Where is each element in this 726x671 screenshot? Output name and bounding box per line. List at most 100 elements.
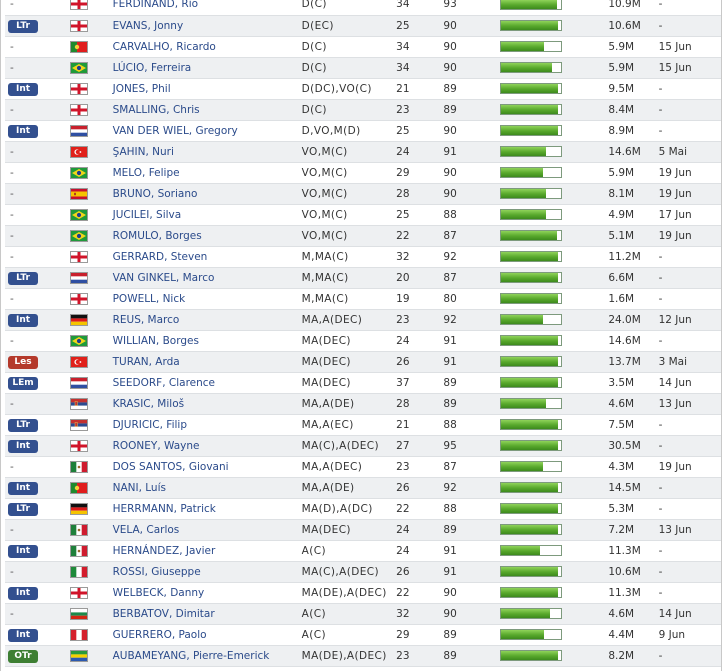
- player-row[interactable]: Int ROONEY, Wayne MA(C),A(DEC) 27 95 30.…: [5, 435, 721, 457]
- player-row[interactable]: Int WELBECK, Danny MA(DE),A(DEC) 22 90 1…: [5, 582, 721, 604]
- player-row[interactable]: - WILLIAN, Borges MA(DEC) 24 91 14.6M -: [5, 330, 721, 352]
- player-name-link[interactable]: GUERRERO, Paolo: [113, 629, 207, 641]
- player-row[interactable]: Int GUERRERO, Paolo A(C) 29 89 4.4M 9 Ju…: [5, 624, 721, 646]
- player-name-cell[interactable]: MELO, Felipe: [112, 162, 302, 184]
- player-name-link[interactable]: POWELL, Nick: [113, 293, 186, 305]
- mexico-flag-icon: [70, 523, 89, 536]
- player-name-cell[interactable]: WILLIAN, Borges: [112, 330, 302, 352]
- player-name-link[interactable]: FERDINAND, Rio: [113, 0, 198, 10]
- player-name-link[interactable]: SMALLING, Chris: [113, 104, 200, 116]
- player-name-link[interactable]: BRUNO, Soriano: [113, 188, 198, 200]
- player-name-cell[interactable]: VAN GINKEL, Marco: [112, 267, 302, 289]
- player-name-link[interactable]: KRASIC, Miloš: [113, 398, 185, 410]
- player-name-link[interactable]: VAN DER WIEL, Gregory: [113, 125, 238, 137]
- player-name-link[interactable]: VELA, Carlos: [113, 524, 180, 536]
- player-row[interactable]: - POWELL, Nick M,MA(C) 19 80 1.6M -: [5, 288, 721, 310]
- player-name-link[interactable]: TURAN, Arda: [113, 356, 180, 368]
- player-row[interactable]: LTr EVANS, Jonny D(EC) 25 90 10.6M -: [5, 15, 721, 37]
- player-row[interactable]: - ROMULO, Borges VO,M(C) 22 87 5.1M 19 J…: [5, 225, 721, 247]
- player-row[interactable]: Int REUS, Marco MA,A(DEC) 23 92 24.0M 12…: [5, 309, 721, 331]
- player-row[interactable]: Int VAN DER WIEL, Gregory D,VO,M(D) 25 9…: [5, 120, 721, 142]
- player-name-cell[interactable]: ROSSI, Giuseppe: [112, 561, 302, 583]
- player-name-cell[interactable]: NANI, Luís: [112, 477, 302, 499]
- player-row[interactable]: - BERBATOV, Dimitar A(C) 32 90 4.6M 14 J…: [5, 603, 721, 625]
- player-name-cell[interactable]: HERRMANN, Patrick: [112, 498, 302, 520]
- player-row[interactable]: LTr HERRMANN, Patrick MA(D),A(DC) 22 88 …: [5, 498, 721, 520]
- player-row[interactable]: Les TURAN, Arda MA(DEC) 26 91 13.7M 3 Ma…: [5, 351, 721, 373]
- player-row[interactable]: LTr DJURICIC, Filip MA,A(EC) 21 88 7.5M …: [5, 414, 721, 436]
- player-name-cell[interactable]: ROONEY, Wayne: [112, 435, 302, 457]
- player-row[interactable]: - KRASIC, Miloš MA,A(DE) 28 89 4.6M 13 J…: [5, 393, 721, 415]
- player-name-link[interactable]: AUBAMEYANG, Pierre-Emerick: [113, 650, 270, 662]
- player-row[interactable]: - CARVALHO, Ricardo D(C) 34 90 5.9M 15 J…: [5, 36, 721, 58]
- player-row[interactable]: - ŞAHIN, Nuri VO,M(C) 24 91 14.6M 5 Mai: [5, 141, 721, 163]
- player-name-link[interactable]: MELO, Felipe: [113, 167, 180, 179]
- player-name-cell[interactable]: LÚCIO, Ferreira: [112, 57, 302, 79]
- player-name-cell[interactable]: SEEDORF, Clarence: [112, 372, 302, 394]
- player-name-cell[interactable]: BRUNO, Soriano: [112, 183, 302, 205]
- player-row[interactable]: - JUCILEI, Silva VO,M(C) 25 88 4.9M 17 J…: [5, 204, 721, 226]
- player-name-link[interactable]: ŞAHIN, Nuri: [113, 146, 174, 158]
- player-name-link[interactable]: VAN GINKEL, Marco: [113, 272, 215, 284]
- player-row[interactable]: - MELO, Felipe VO,M(C) 29 90 5.9M 19 Jun: [5, 162, 721, 184]
- player-row[interactable]: Int HERNÁNDEZ, Javier A(C) 24 91 11.3M -: [5, 540, 721, 562]
- player-name-cell[interactable]: JONES, Phil: [112, 78, 302, 100]
- player-name-cell[interactable]: GERRARD, Steven: [112, 246, 302, 268]
- player-name-link[interactable]: HERNÁNDEZ, Javier: [113, 545, 216, 557]
- player-name-cell[interactable]: ROMULO, Borges: [112, 225, 302, 247]
- player-name-link[interactable]: JONES, Phil: [113, 83, 171, 95]
- player-row[interactable]: LEm SEEDORF, Clarence MA(DEC) 37 89 3.5M…: [5, 372, 721, 394]
- player-name-cell[interactable]: ŞAHIN, Nuri: [112, 141, 302, 163]
- fitness-bar-fill: [500, 567, 558, 576]
- player-name-cell[interactable]: VELA, Carlos: [112, 519, 302, 541]
- player-row[interactable]: - LÚCIO, Ferreira D(C) 34 90 5.9M 15 Jun: [5, 57, 721, 79]
- player-name-link[interactable]: NANI, Luís: [113, 482, 166, 494]
- player-name-cell[interactable]: TURAN, Arda: [112, 351, 302, 373]
- player-name-cell[interactable]: POWELL, Nick: [112, 288, 302, 310]
- player-row[interactable]: - DOS SANTOS, Giovani MA,A(DEC) 23 87 4.…: [5, 456, 721, 478]
- player-name-cell[interactable]: DJURICIC, Filip: [112, 414, 302, 436]
- player-name-cell[interactable]: WELBECK, Danny: [112, 582, 302, 604]
- status-cell: LTr: [5, 267, 57, 289]
- player-row[interactable]: - BRUNO, Soriano VO,M(C) 28 90 8.1M 19 J…: [5, 183, 721, 205]
- player-name-cell[interactable]: HERNÁNDEZ, Javier: [112, 540, 302, 562]
- player-name-link[interactable]: WILLIAN, Borges: [113, 335, 199, 347]
- player-name-link[interactable]: SEEDORF, Clarence: [113, 377, 215, 389]
- player-name-cell[interactable]: DOS SANTOS, Giovani: [112, 456, 302, 478]
- player-name-link[interactable]: DOS SANTOS, Giovani: [113, 461, 229, 473]
- player-name-cell[interactable]: BERBATOV, Dimitar: [112, 603, 302, 625]
- player-name-cell[interactable]: EVANS, Jonny: [112, 15, 302, 37]
- player-row[interactable]: - ROSSI, Giuseppe MA(C),A(DEC) 26 91 10.…: [5, 561, 721, 583]
- player-name-cell[interactable]: GUERRERO, Paolo: [112, 624, 302, 646]
- player-row[interactable]: LTr VAN GINKEL, Marco M,MA(C) 20 87 6.6M…: [5, 267, 721, 289]
- player-row[interactable]: - VELA, Carlos MA(DEC) 24 89 7.2M 13 Jun: [5, 519, 721, 541]
- player-name-link[interactable]: REUS, Marco: [113, 314, 180, 326]
- player-row[interactable]: - SMALLING, Chris D(C) 23 89 8.4M -: [5, 99, 721, 121]
- player-name-link[interactable]: ROONEY, Wayne: [113, 440, 200, 452]
- player-name-link[interactable]: BERBATOV, Dimitar: [113, 608, 215, 620]
- player-row[interactable]: - FERDINAND, Rio D(C) 34 93 10.9M -: [5, 0, 721, 16]
- player-name-cell[interactable]: KRASIC, Miloš: [112, 393, 302, 415]
- player-name-link[interactable]: HERRMANN, Patrick: [113, 503, 216, 515]
- player-name-link[interactable]: WELBECK, Danny: [113, 587, 205, 599]
- player-name-cell[interactable]: AUBAMEYANG, Pierre-Emerick: [112, 645, 302, 667]
- brazil-flag-icon: [70, 208, 89, 221]
- player-name-link[interactable]: DJURICIC, Filip: [113, 419, 187, 431]
- player-name-cell[interactable]: CARVALHO, Ricardo: [112, 36, 302, 58]
- player-name-link[interactable]: CARVALHO, Ricardo: [113, 41, 216, 53]
- player-row[interactable]: Int NANI, Luís MA,A(DE) 26 92 14.5M -: [5, 477, 721, 499]
- player-name-cell[interactable]: VAN DER WIEL, Gregory: [112, 120, 302, 142]
- player-name-link[interactable]: EVANS, Jonny: [113, 20, 184, 32]
- player-name-link[interactable]: GERRARD, Steven: [113, 251, 208, 263]
- player-name-cell[interactable]: JUCILEI, Silva: [112, 204, 302, 226]
- player-row[interactable]: - GERRARD, Steven M,MA(C) 32 92 11.2M -: [5, 246, 721, 268]
- player-name-cell[interactable]: FERDINAND, Rio: [112, 0, 302, 16]
- player-row[interactable]: Int JONES, Phil D(DC),VO(C) 21 89 9.5M -: [5, 78, 721, 100]
- player-name-link[interactable]: ROMULO, Borges: [113, 230, 202, 242]
- player-row[interactable]: OTr AUBAMEYANG, Pierre-Emerick MA(DE),A(…: [5, 645, 721, 667]
- player-name-link[interactable]: JUCILEI, Silva: [113, 209, 182, 221]
- player-name-link[interactable]: ROSSI, Giuseppe: [113, 566, 201, 578]
- player-name-cell[interactable]: SMALLING, Chris: [112, 99, 302, 121]
- player-name-link[interactable]: LÚCIO, Ferreira: [113, 62, 192, 74]
- player-name-cell[interactable]: REUS, Marco: [112, 309, 302, 331]
